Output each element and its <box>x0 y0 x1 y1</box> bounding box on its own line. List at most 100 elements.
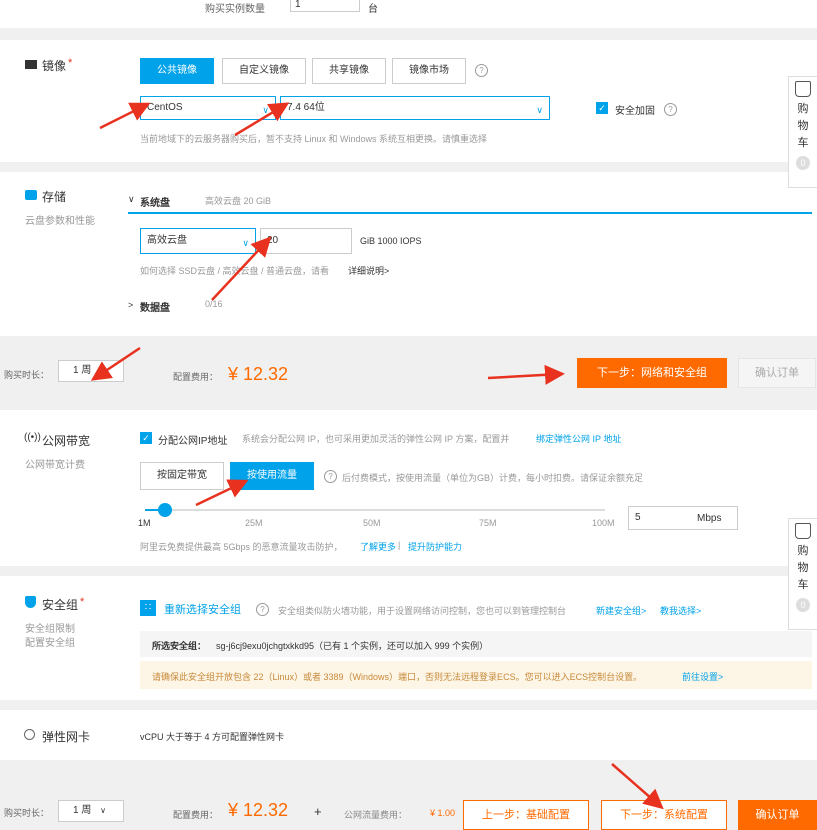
network-card-icon <box>24 729 35 740</box>
cart-label: 购物车 <box>797 103 809 149</box>
duration-label: 购买时长： <box>4 370 50 380</box>
traffic-fee-value: ¥ 1.00 <box>430 808 456 818</box>
chevron-down-icon: ∨ <box>536 105 543 115</box>
tab-shared-image[interactable]: 共享镜像 <box>312 58 386 84</box>
cart-icon <box>795 81 811 97</box>
shopping-cart-widget[interactable]: 购物车 0 <box>788 518 817 630</box>
traffic-note: 后付费模式，按使用流量（单位为GB）计费，每小时扣费。请保证余额充足 <box>342 473 644 483</box>
learn-more-link[interactable]: 了解更多 <box>360 540 396 553</box>
chevron-right-icon[interactable]: > <box>128 300 133 310</box>
slider-tick-label: 100M <box>592 518 615 528</box>
chevron-down-icon[interactable]: ∨ <box>128 194 135 205</box>
next-system-config-button[interactable]: 下一步：系统配置 <box>601 800 727 830</box>
instances-label: 购买实例数量 <box>205 4 265 15</box>
security-group-sub2: 配置安全组 <box>25 638 75 649</box>
confirm-order-button[interactable]: 确认订单 <box>738 800 817 830</box>
system-disk-summary: 高效云盘 20 GiB <box>205 196 272 206</box>
cart-count: 0 <box>796 156 810 170</box>
security-warning: 请确保此安全组开放包含 22（Linux）或者 3389（Windows）端口，… <box>152 672 643 682</box>
instances-input[interactable]: 1 <box>290 0 360 12</box>
disk-info: GiB 1000 IOPS <box>360 236 422 246</box>
security-group-section: 安全组 * 安全组限制 配置安全组 ∷ 重新选择安全组 ? 安全组类似防火墙功能… <box>0 576 817 700</box>
slider-tick-label: 50M <box>363 518 381 528</box>
bandwidth-subtitle: 公网带宽计费 <box>25 460 85 471</box>
bandwidth-slider-track[interactable] <box>145 509 605 511</box>
duration-value: 1 周 <box>73 805 92 816</box>
cart-label: 购物车 <box>797 545 809 591</box>
tab-image-market[interactable]: 镜像市场 <box>392 58 466 84</box>
assign-ip-note: 系统会分配公网 IP，也可采用更加灵活的弹性公网 IP 方案，配置并 <box>242 434 510 444</box>
eni-note: vCPU 大于等于 4 方可配置弹性网卡 <box>140 732 285 742</box>
version-value: 7.4 64位 <box>287 102 325 113</box>
ddos-separator: | <box>398 540 401 550</box>
signal-icon: ((•)) <box>24 432 41 443</box>
os-select[interactable]: CentOS ∨ <box>140 96 276 120</box>
duration-value: 1 周 <box>73 365 92 376</box>
required-mark: * <box>68 57 73 69</box>
tab-custom-image[interactable]: 自定义镜像 <box>222 58 306 84</box>
help-icon[interactable]: ? <box>475 64 488 77</box>
chevron-down-icon: ∨ <box>262 105 269 115</box>
version-select[interactable]: 7.4 64位 ∨ <box>280 96 550 120</box>
system-disk-label[interactable]: 系统盘 <box>140 194 170 209</box>
disk-size-input[interactable]: 20 <box>260 228 352 254</box>
next-network-button[interactable]: 下一步：网络和安全组 <box>577 358 727 388</box>
traffic-billing-button[interactable]: 按使用流量 <box>230 462 314 490</box>
bandwidth-title: 公网带宽 <box>42 434 91 448</box>
fee-label: 配置费用： <box>173 810 219 820</box>
shopping-cart-widget[interactable]: 购物车 0 <box>788 76 817 188</box>
new-security-group-link[interactable]: 新建安全组> <box>596 604 646 617</box>
shield-icon <box>25 596 36 608</box>
image-title: 镜像 <box>42 59 67 73</box>
chevron-down-icon: ∨ <box>100 806 106 815</box>
bind-eip-link[interactable]: 绑定弹性公网 IP 地址 <box>536 432 621 445</box>
help-icon[interactable]: ? <box>664 103 677 116</box>
security-hardening-checkbox[interactable]: ✓ <box>596 102 608 114</box>
os-value: CentOS <box>147 102 183 113</box>
instances-row: 购买实例数量 1 台 <box>0 0 817 28</box>
storage-subtitle: 云盘参数和性能 <box>25 216 95 227</box>
bandwidth-input[interactable]: 5 <box>628 506 738 530</box>
eni-section: 弹性网卡 vCPU 大于等于 4 方可配置弹性网卡 <box>0 710 817 760</box>
price: ¥ 12.32 <box>228 800 289 820</box>
storage-title: 存储 <box>42 190 67 204</box>
confirm-order-button[interactable]: 确认订单 <box>738 358 816 388</box>
teach-me-link[interactable]: 教我选择> <box>660 604 701 617</box>
data-disk-count: 0/16 <box>205 299 223 309</box>
disk-type-select[interactable]: 高效云盘 ∨ <box>140 228 256 254</box>
storage-section: 存储 云盘参数和性能 ∨ 系统盘 高效云盘 20 GiB 高效云盘 ∨ 20 G… <box>0 172 817 336</box>
go-settings-link[interactable]: 前往设置> <box>682 670 723 683</box>
duration-select[interactable]: 1 周 ∨ <box>58 360 124 382</box>
image-section: 镜像 * 公共镜像 自定义镜像 共享镜像 镜像市场 ? CentOS ∨ 7.4… <box>0 40 817 162</box>
chevron-down-icon: ∨ <box>242 238 249 248</box>
slider-tick-label: 1M <box>138 518 151 528</box>
duration-select[interactable]: 1 周 ∨ <box>58 800 124 822</box>
selected-label: 所选安全组： <box>152 641 207 651</box>
upgrade-protection-link[interactable]: 提升防护能力 <box>408 540 462 553</box>
help-icon[interactable]: ? <box>324 470 337 483</box>
disk-type-value: 高效云盘 <box>147 235 187 246</box>
bandwidth-slider-handle[interactable] <box>158 503 172 517</box>
fixed-bandwidth-button[interactable]: 按固定带宽 <box>140 462 224 490</box>
cart-icon <box>795 523 811 539</box>
security-group-title: 安全组 <box>42 598 79 612</box>
slider-tick-label: 75M <box>479 518 497 528</box>
required-mark: * <box>80 596 85 608</box>
disk-icon <box>25 190 37 200</box>
assign-ip-checkbox[interactable]: ✓ <box>140 432 152 444</box>
disk-howto-link[interactable]: 详细说明> <box>348 264 389 277</box>
image-icon <box>25 60 37 69</box>
duration-label: 购买时长： <box>4 808 50 818</box>
reselect-security-group-link[interactable]: 重新选择安全组 <box>164 601 241 617</box>
footer-bar-2: 购买时长： 1 周 ∨ 配置费用： ¥ 12.32 + 公网流量费用： ¥ 1.… <box>0 772 817 830</box>
help-icon[interactable]: ? <box>256 603 269 616</box>
plus-sign: + <box>314 804 322 819</box>
data-disk-label[interactable]: 数据盘 <box>140 299 170 314</box>
assign-ip-label: 分配公网IP地址 <box>158 436 228 447</box>
prev-basic-config-button[interactable]: 上一步：基础配置 <box>463 800 589 830</box>
ddos-note: 阿里云免费提供最高 5Gbps 的恶意流量攻击防护， <box>140 542 343 552</box>
security-warning-panel: 请确保此安全组开放包含 22（Linux）或者 3389（Windows）端口，… <box>140 661 812 689</box>
instances-unit: 台 <box>368 4 378 15</box>
price: ¥ 12.32 <box>228 364 289 384</box>
tab-public-image[interactable]: 公共镜像 <box>140 58 214 84</box>
